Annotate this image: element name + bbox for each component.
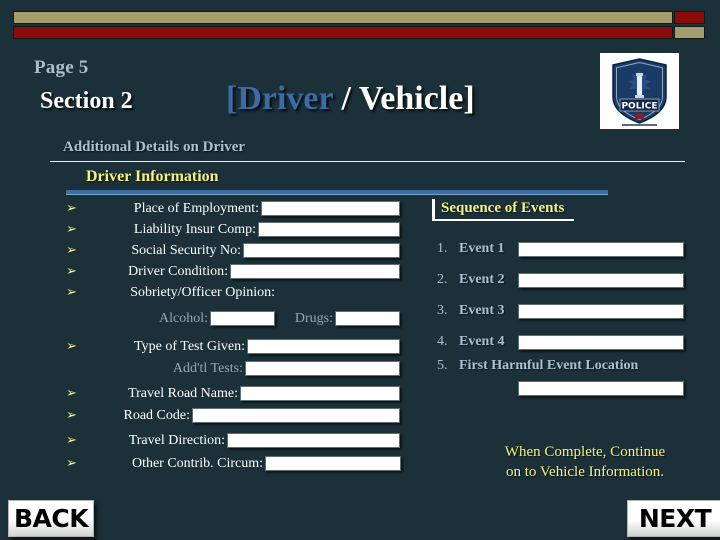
sequence-input-field[interactable] <box>518 381 684 396</box>
sequence-item-number: 4. <box>437 334 448 349</box>
police-badge-word: POLICE <box>621 101 657 111</box>
form-input-field[interactable] <box>192 408 400 423</box>
form-input-field[interactable] <box>230 264 400 279</box>
form-input-field[interactable] <box>247 339 400 354</box>
sequence-item-label: Event 2 <box>459 272 505 287</box>
sequence-item-number: 3. <box>437 303 448 318</box>
form-label: Social Security No: <box>131 243 241 258</box>
sequence-item-number: 5. <box>437 358 448 373</box>
form-input-field[interactable] <box>265 456 401 471</box>
completion-note-line2: on to Vehicle Information. <box>505 464 665 480</box>
sequence-input-field[interactable] <box>518 273 684 288</box>
form-label: Travel Direction: <box>128 433 225 448</box>
form-label: Alcohol: <box>159 311 208 326</box>
police-badge-logo: POLICE <box>600 53 679 129</box>
form-bullet-icon: ➢ <box>66 264 77 279</box>
completion-note: When Complete, Continue on to Vehicle In… <box>465 442 705 482</box>
form-bullet-icon: ➢ <box>66 285 77 300</box>
sequence-input-field[interactable] <box>518 304 684 319</box>
decorative-bar-cap-red <box>674 11 705 24</box>
form-bullet-icon: ➢ <box>66 339 77 354</box>
form-bullet-icon: ➢ <box>66 243 77 258</box>
form-label: Other Contrib. Circum: <box>131 456 263 471</box>
form-label: Type of Test Given: <box>134 339 245 354</box>
form-bullet-icon: ➢ <box>66 433 77 448</box>
form-bullet-icon: ➢ <box>66 222 77 237</box>
driver-information-form: ➢ Place of Employment: ➢ Liability Insur Co… <box>0 0 420 540</box>
form-input-field[interactable] <box>240 386 400 401</box>
sequence-item-number: 2. <box>437 272 448 287</box>
form-input-field[interactable] <box>261 201 400 216</box>
form-bullet-icon: ➢ <box>66 408 77 423</box>
sequence-input-field[interactable] <box>518 335 684 350</box>
form-label: Place of Employment: <box>133 201 259 216</box>
form-input-field[interactable] <box>227 433 400 448</box>
form-label: Driver Condition: <box>128 264 228 279</box>
form-label: Road Code: <box>123 408 191 423</box>
sequence-of-events-title: Sequence of Events <box>432 199 575 221</box>
form-label: Add'tl Tests: <box>172 361 243 376</box>
form-label: Travel Road Name: <box>128 386 238 401</box>
form-input-field[interactable] <box>210 311 275 326</box>
decorative-bar-cap-olive <box>674 26 705 39</box>
form-label: Liability Insur Comp: <box>133 222 256 237</box>
sequence-input-field[interactable] <box>518 242 684 257</box>
sequence-item-label: Event 3 <box>459 303 505 318</box>
next-button[interactable]: NEXT <box>627 500 720 537</box>
form-label: Sobriety/Officer Opinion: <box>130 285 275 300</box>
form-input-field[interactable] <box>245 361 400 376</box>
form-input-field[interactable] <box>335 311 400 326</box>
completion-note-line1: When Complete, Continue <box>504 444 666 460</box>
form-bullet-icon: ➢ <box>66 386 77 401</box>
sequence-item-label: Event 1 <box>459 241 505 256</box>
back-button[interactable]: BACK <box>8 500 94 537</box>
slide-root: Page 5 Section 2 [Driver / Vehicle] POLI… <box>0 0 720 540</box>
form-label: Drugs: <box>294 311 333 326</box>
sequence-item-label: Event 4 <box>459 334 505 349</box>
police-badge-icon: POLICE <box>600 53 679 129</box>
form-bullet-icon: ➢ <box>66 456 77 471</box>
form-bullet-icon: ➢ <box>66 201 77 216</box>
form-input-field[interactable] <box>243 243 400 258</box>
form-input-field[interactable] <box>258 222 400 237</box>
sequence-item-number: 1. <box>437 241 448 256</box>
sequence-item-label: First Harmful Event Location <box>459 358 639 373</box>
